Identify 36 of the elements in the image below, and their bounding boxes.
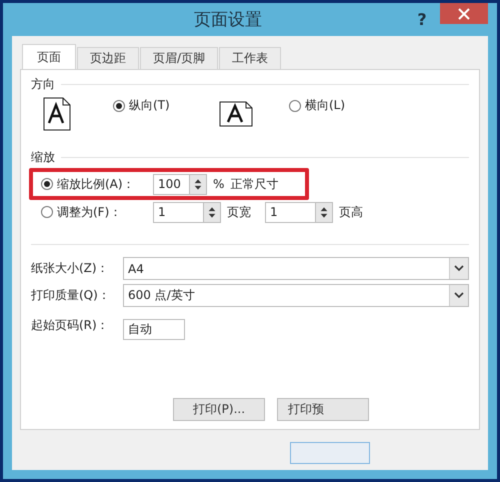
panel-button[interactable]: 打印(P)...: [173, 398, 265, 421]
close-icon: [458, 8, 470, 20]
input-field[interactable]: 100: [153, 174, 189, 194]
radio-button[interactable]: 调整为(F)：: [41, 204, 153, 220]
spinner-arrows-icon[interactable]: [203, 202, 221, 222]
chevron-down-icon: [454, 292, 464, 299]
field-label: 打印质量(Q)：: [31, 287, 111, 304]
percent-label: %: [213, 177, 224, 191]
section-heading: 方向: [31, 76, 55, 93]
tab[interactable]: 页眉/页脚: [140, 47, 218, 69]
spinner-arrows-icon[interactable]: [315, 202, 333, 222]
landscape-page-icon: [219, 101, 253, 127]
dropdown[interactable]: A4: [123, 257, 469, 280]
page-tall-label: 页高: [339, 204, 363, 220]
window-title: 页面设置: [193, 9, 263, 31]
input-field[interactable]: 1: [265, 202, 315, 222]
input-field[interactable]: 1: [153, 202, 203, 222]
portrait-page-icon: [43, 97, 71, 131]
page-wide-label: 页宽: [227, 204, 251, 220]
input-field[interactable]: 自动: [123, 319, 185, 340]
scale-note: 正常尺寸: [230, 176, 278, 192]
chevron-down-icon: [454, 265, 464, 272]
radio-button[interactable]: 横向(L): [289, 97, 389, 114]
close-button[interactable]: [440, 3, 488, 24]
field-label: 起始页码(R)：: [31, 317, 110, 334]
field-label: 纸张大小(Z)：: [31, 260, 110, 277]
spinner-arrows-icon[interactable]: [189, 174, 207, 194]
help-button[interactable]: ?: [404, 10, 440, 29]
dropdown[interactable]: 600 点/英寸: [123, 284, 469, 307]
tab[interactable]: 工作表: [219, 47, 282, 69]
panel-button[interactable]: 打印预: [277, 398, 369, 421]
tab[interactable]: 页边距: [77, 47, 139, 69]
radio-button[interactable]: 缩放比例(A)：: [41, 176, 153, 192]
tab[interactable]: 页面: [22, 44, 76, 69]
radio-button[interactable]: 纵向(T): [113, 97, 219, 114]
section-heading: 缩放: [31, 149, 55, 166]
